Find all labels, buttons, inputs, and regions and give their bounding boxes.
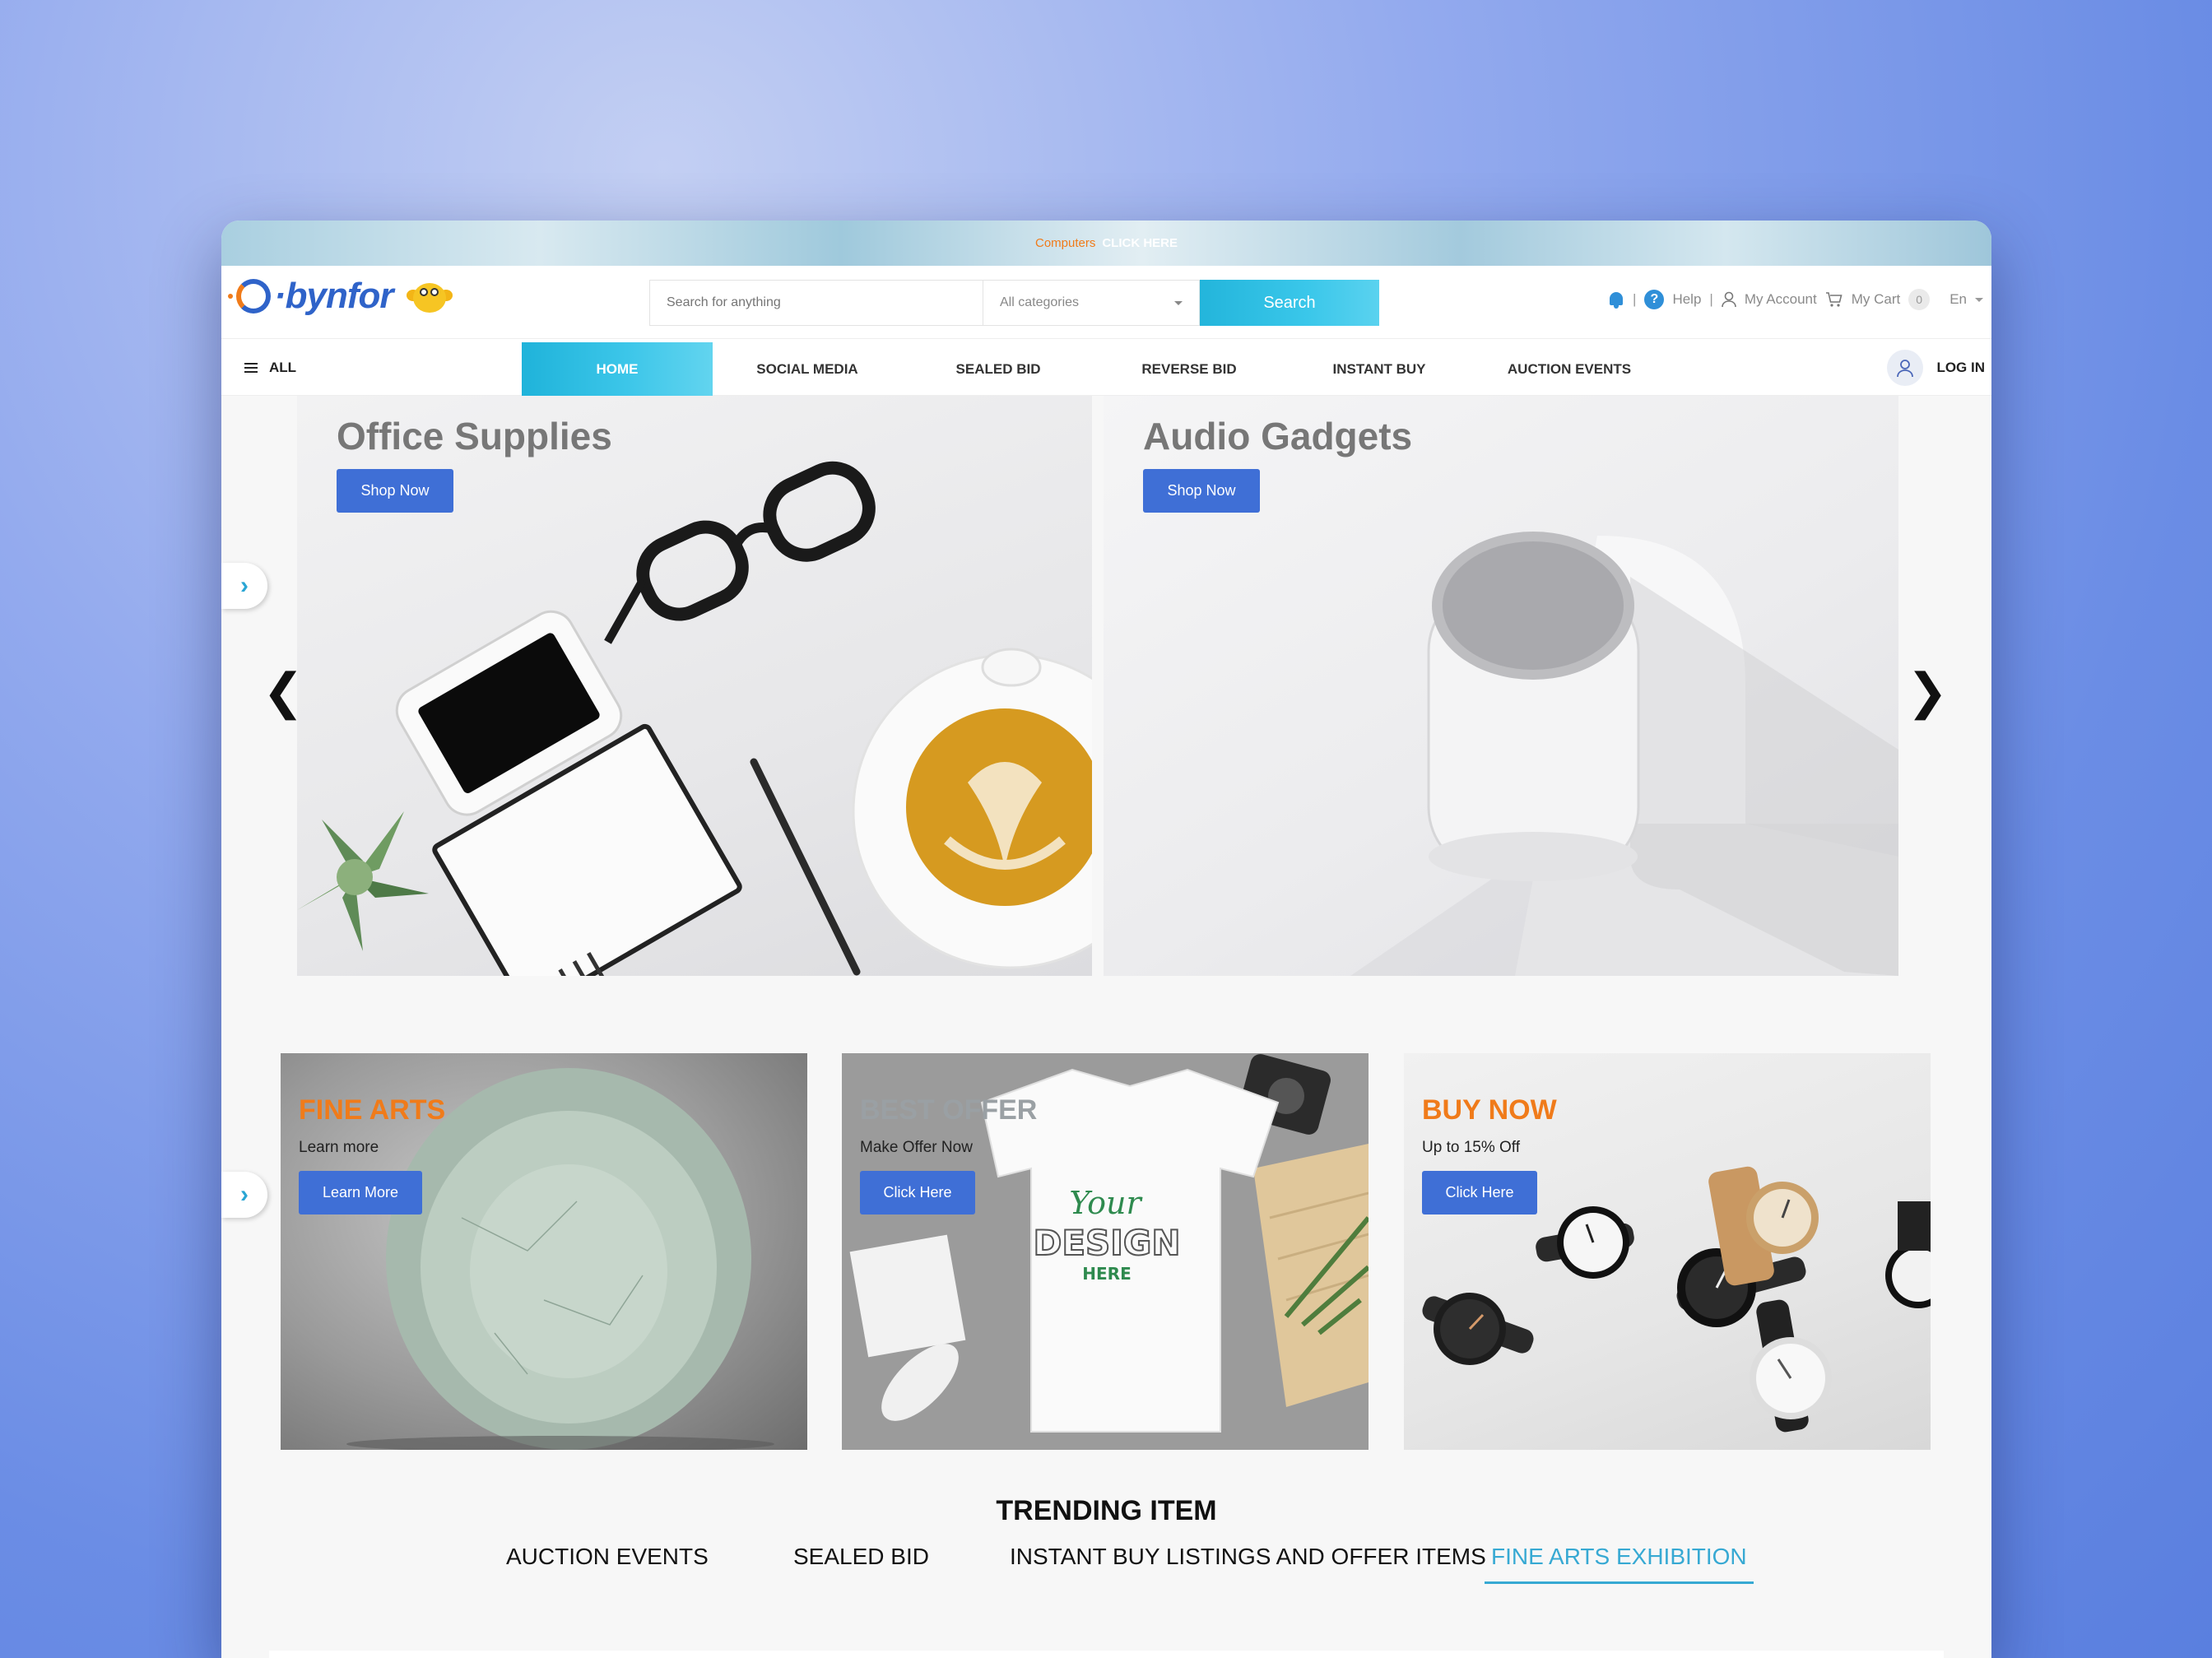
- nav-social-media[interactable]: SOCIAL MEDIA: [712, 342, 903, 396]
- my-cart-link[interactable]: My Cart: [1852, 291, 1901, 308]
- my-account-link[interactable]: My Account: [1745, 291, 1817, 308]
- user-icon[interactable]: [1722, 291, 1736, 308]
- language-select[interactable]: En: [1949, 291, 1967, 308]
- nav-instant-buy[interactable]: INSTANT BUY: [1284, 342, 1475, 396]
- search-bar: All categories Search: [649, 280, 1379, 326]
- nav-sealed-bid[interactable]: SEALED BID: [903, 342, 1094, 396]
- main-nav: ALL HOME SOCIAL MEDIA SEALED BID REVERSE…: [221, 339, 1991, 396]
- banner-audio-gadgets[interactable]: Audio Gadgets Shop Now: [1104, 396, 1898, 976]
- hero-carousel: Office Supplies Shop Now Audio Gadgets S…: [221, 396, 1991, 977]
- click-here-button[interactable]: Click Here: [1422, 1171, 1537, 1214]
- divider: |: [1633, 291, 1637, 307]
- tshirt-text-line1: Your: [1069, 1185, 1143, 1221]
- tshirt-text-line3: HERE: [1082, 1264, 1131, 1284]
- chick-mascot-icon: [405, 278, 454, 314]
- promo-title: BEST OFFER: [860, 1094, 1038, 1126]
- nav-home[interactable]: HOME: [522, 342, 713, 396]
- promo-click-here-link[interactable]: CLICK HERE: [1102, 236, 1178, 250]
- trending-title: TRENDING ITEM: [996, 1495, 1217, 1526]
- category-select-value: All categories: [1000, 295, 1080, 309]
- promo-category-link[interactable]: Computers: [1035, 236, 1095, 250]
- tab-instant-buy-listings[interactable]: INSTANT BUY LISTINGS AND OFFER ITEMS: [1010, 1544, 1486, 1581]
- login-area[interactable]: LOG IN: [1887, 339, 1985, 396]
- promo-subtitle: Learn more: [299, 1139, 379, 1156]
- carousel-next-arrow[interactable]: ❯: [1907, 663, 1948, 721]
- chevron-down-icon: [1174, 300, 1183, 305]
- divider: |: [1709, 291, 1713, 307]
- tshirt-text-line2: DESIGN: [1033, 1223, 1180, 1263]
- all-label: ALL: [269, 359, 297, 375]
- all-categories-menu[interactable]: ALL: [244, 339, 296, 396]
- side-panel-toggle-icon[interactable]: ›: [221, 1172, 267, 1218]
- tab-fine-arts-exhibition[interactable]: FINE ARTS EXHIBITION: [1485, 1544, 1754, 1584]
- nav-reverse-bid[interactable]: REVERSE BID: [1094, 342, 1285, 396]
- avatar-icon: [1887, 349, 1924, 386]
- cart-icon[interactable]: [1825, 291, 1843, 308]
- shop-now-button[interactable]: Shop Now: [1143, 469, 1260, 513]
- bell-icon[interactable]: [1608, 290, 1624, 309]
- utility-links: | ? Help | My Account My Cart 0 En: [1608, 289, 1983, 310]
- nav-auction-events[interactable]: AUCTION EVENTS: [1474, 342, 1665, 396]
- banner-office-supplies[interactable]: Office Supplies Shop Now: [297, 396, 1092, 976]
- promo-best-offer[interactable]: Your DESIGN HERE BEST OFFER Make Offer N…: [842, 1053, 1369, 1450]
- banner-title: Office Supplies: [337, 415, 612, 457]
- login-link[interactable]: LOG IN: [1936, 360, 1985, 376]
- side-panel-toggle-icon[interactable]: ›: [221, 563, 267, 609]
- help-icon[interactable]: ?: [1644, 290, 1665, 309]
- shop-now-button[interactable]: Shop Now: [337, 469, 453, 513]
- promo-subtitle: Up to 15% Off: [1422, 1139, 1520, 1156]
- help-link[interactable]: Help: [1672, 291, 1701, 308]
- banner-title: Audio Gadgets: [1143, 415, 1413, 457]
- site-logo[interactable]: ·bynfor: [228, 276, 454, 317]
- chevron-down-icon: [1975, 297, 1983, 302]
- click-here-button[interactable]: Click Here: [860, 1171, 975, 1214]
- tab-auction-events[interactable]: AUCTION EVENTS: [506, 1544, 709, 1581]
- site-header: ·bynfor All categories Search | ? Help |: [221, 266, 1991, 339]
- promo-bar: Computers CLICK HERE: [221, 221, 1991, 266]
- search-input[interactable]: [649, 280, 983, 326]
- browser-window: Computers CLICK HERE ·bynfor All categor…: [221, 221, 1991, 1658]
- logo-wordmark: ·bynfor: [274, 276, 394, 316]
- tab-sealed-bid[interactable]: SEALED BID: [793, 1544, 929, 1581]
- promo-buy-now[interactable]: BUY NOW Up to 15% Off Click Here: [1404, 1053, 1931, 1450]
- promo-title: FINE ARTS: [299, 1094, 446, 1126]
- carousel-prev-arrow[interactable]: ❮: [263, 663, 304, 721]
- logo-dot-icon: [228, 294, 233, 299]
- promo-title: BUY NOW: [1422, 1094, 1557, 1126]
- search-button[interactable]: Search: [1200, 280, 1379, 326]
- promo-fine-arts[interactable]: FINE ARTS Learn more Learn More: [281, 1053, 807, 1450]
- cart-count-badge: 0: [1908, 289, 1931, 310]
- learn-more-button[interactable]: Learn More: [299, 1171, 422, 1214]
- promo-subtitle: Make Offer Now: [860, 1139, 973, 1156]
- logo-ring-icon: [236, 279, 271, 313]
- hamburger-icon: [244, 362, 258, 373]
- category-select[interactable]: All categories: [983, 280, 1200, 326]
- content-panel: [269, 1651, 1944, 1658]
